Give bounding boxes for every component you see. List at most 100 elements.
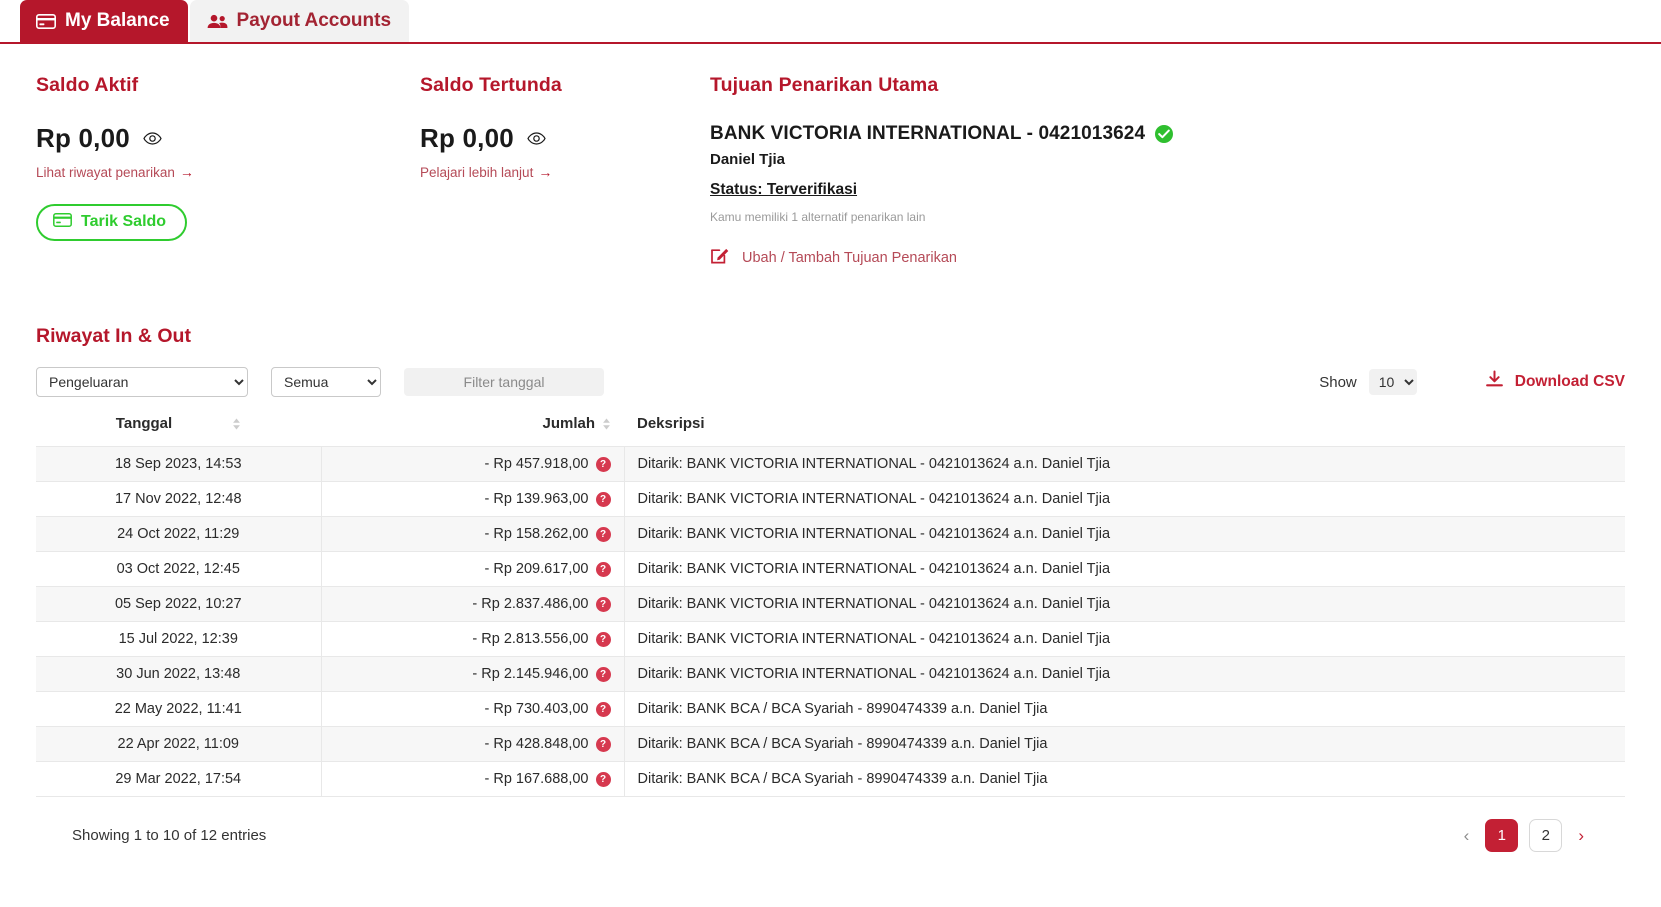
question-badge-icon[interactable]: ? <box>595 736 611 752</box>
transaction-type-select[interactable]: SemuaPemasukanPengeluaran <box>36 367 248 397</box>
cell-date: 24 Oct 2022, 11:29 <box>36 516 321 552</box>
withdrawal-history-link-label: Lihat riwayat penarikan <box>36 164 175 180</box>
table-row: 22 Apr 2022, 11:09- Rp 428.848,00? Ditari… <box>36 726 1625 762</box>
destination-alternatives-note: Kamu memiliki 1 alternatif penarikan lai… <box>710 210 926 224</box>
column-header-amount-label: Jumlah <box>542 415 595 432</box>
history-title: Riwayat In & Out <box>36 325 191 347</box>
date-filter-input[interactable] <box>404 368 604 396</box>
cell-amount: - Rp 428.848,00? <box>320 726 625 762</box>
cell-date: 15 Jul 2022, 12:39 <box>36 621 321 657</box>
column-header-description: Deksripsi <box>624 415 1625 447</box>
destination-account-holder: Daniel Tjia <box>710 151 786 168</box>
arrow-right-icon: → <box>538 164 553 180</box>
destination-title: Tujuan Penarikan Utama <box>710 74 939 96</box>
amount-value: - Rp 158.262,00 <box>484 526 589 542</box>
edit-destination-link[interactable]: Ubah / Tambah Tujuan Penarikan <box>710 246 957 269</box>
cell-description: Ditarik: BANK VICTORIA INTERNATIONAL - 0… <box>624 551 1625 587</box>
pending-balance-card: Saldo Tertunda Rp 0,00 Pelajari lebih la… <box>420 74 710 270</box>
show-label: Show <box>1319 373 1357 391</box>
question-badge-icon[interactable]: ? <box>595 771 611 787</box>
cell-amount: - Rp 2.813.556,00? <box>320 621 625 657</box>
question-badge-icon[interactable]: ? <box>595 701 611 717</box>
cell-amount: - Rp 2.837.486,00? <box>320 586 625 622</box>
download-icon <box>1485 370 1504 394</box>
download-csv-button[interactable]: Download CSV <box>1485 370 1625 394</box>
cell-amount: - Rp 457.918,00? <box>320 446 625 482</box>
show-entries-control: Show 102550100 <box>1319 369 1417 395</box>
cell-description: Ditarik: BANK VICTORIA INTERNATIONAL - 0… <box>624 446 1625 482</box>
check-circle-icon <box>1155 125 1174 143</box>
arrow-right-icon: → <box>179 164 194 180</box>
tab-label: My Balance <box>65 10 170 31</box>
cell-date: 03 Oct 2022, 12:45 <box>36 551 321 587</box>
edit-destination-label: Ubah / Tambah Tujuan Penarikan <box>742 249 957 266</box>
destination-status[interactable]: Status: Terverifikasi <box>710 181 857 199</box>
primary-withdrawal-destination-card: Tujuan Penarikan Utama BANK VICTORIA INT… <box>710 74 1661 270</box>
eye-icon[interactable] <box>527 132 546 145</box>
amount-value: - Rp 139.963,00 <box>484 491 589 507</box>
history-section: Riwayat In & Out SemuaPemasukanPengeluar… <box>0 270 1661 852</box>
table-row: 05 Sep 2022, 10:27- Rp 2.837.486,00? Dita… <box>36 586 1625 622</box>
cell-date: 22 Apr 2022, 11:09 <box>36 726 321 762</box>
tab-bar: My Balance Payout Accounts <box>0 0 1661 44</box>
pagination-prev[interactable]: ‹ <box>1459 826 1475 846</box>
tab-payout-accounts[interactable]: Payout Accounts <box>189 0 410 42</box>
learn-more-link[interactable]: Pelajari lebih lanjut → <box>420 164 552 180</box>
cell-amount: - Rp 167.688,00? <box>320 761 625 797</box>
question-badge-icon[interactable]: ? <box>595 526 611 542</box>
withdraw-button[interactable]: Tarik Saldo <box>36 203 188 241</box>
amount-value: - Rp 2.837.486,00 <box>472 596 589 612</box>
question-badge-icon[interactable]: ? <box>595 491 611 507</box>
question-badge-icon[interactable]: ? <box>595 596 611 612</box>
cell-date: 05 Sep 2022, 10:27 <box>36 586 321 622</box>
pending-balance-amount-row: Rp 0,00 <box>420 123 710 154</box>
transactions-table-body: 18 Sep 2023, 14:53- Rp 457.918,00? Ditari… <box>36 446 1625 797</box>
pending-balance-title: Saldo Tertunda <box>420 74 562 96</box>
cell-date: 22 May 2022, 11:41 <box>36 691 321 727</box>
cell-description: Ditarik: BANK VICTORIA INTERNATIONAL - 0… <box>624 516 1625 552</box>
amount-value: - Rp 730.403,00 <box>484 701 589 717</box>
edit-pencil-icon <box>710 246 729 269</box>
pagination-next[interactable]: › <box>1573 826 1589 846</box>
cell-description: Ditarik: BANK VICTORIA INTERNATIONAL - 0… <box>624 656 1625 692</box>
amount-value: - Rp 209.617,00 <box>484 561 589 577</box>
active-balance-amount: Rp 0,00 <box>36 123 130 153</box>
question-badge-icon[interactable]: ? <box>595 631 611 647</box>
cell-amount: - Rp 158.262,00? <box>320 516 625 552</box>
amount-value: - Rp 167.688,00 <box>484 771 589 787</box>
destination-bank-account: BANK VICTORIA INTERNATIONAL - 0421013624 <box>710 123 1146 144</box>
learn-more-link-label: Pelajari lebih lanjut <box>420 164 534 180</box>
withdraw-button-label: Tarik Saldo <box>81 213 167 230</box>
question-badge-icon[interactable]: ? <box>595 666 611 682</box>
column-header-date[interactable]: Tanggal <box>36 415 321 447</box>
pagination-page[interactable]: 1 <box>1485 819 1519 852</box>
sort-arrows-icon[interactable] <box>232 418 241 430</box>
tab-label: Payout Accounts <box>236 10 392 31</box>
cell-description: Ditarik: BANK VICTORIA INTERNATIONAL - 0… <box>624 481 1625 517</box>
period-select[interactable]: SemuaHari iniBulan ini <box>271 367 381 397</box>
sort-arrows-icon[interactable] <box>602 418 611 430</box>
table-row: 15 Jul 2022, 12:39- Rp 2.813.556,00? Dita… <box>36 621 1625 657</box>
cell-description: Ditarik: BANK VICTORIA INTERNATIONAL - 0… <box>624 586 1625 622</box>
column-header-amount[interactable]: Jumlah <box>321 415 624 447</box>
eye-icon[interactable] <box>143 132 162 145</box>
question-badge-icon[interactable]: ? <box>595 561 611 577</box>
users-icon <box>206 14 228 29</box>
withdrawal-history-link[interactable]: Lihat riwayat penarikan → <box>36 164 194 180</box>
active-balance-card: Saldo Aktif Rp 0,00 Lihat riwayat penari… <box>0 74 420 270</box>
table-row: 22 May 2022, 11:41 - Rp 730.403,00? Ditari… <box>36 691 1625 727</box>
cell-date: 18 Sep 2023, 14:53 <box>36 446 321 482</box>
question-badge-icon[interactable]: ? <box>595 456 611 472</box>
cell-date: 30 Jun 2022, 13:48 <box>36 656 321 692</box>
amount-value: - Rp 2.145.946,00 <box>472 666 589 682</box>
show-entries-select[interactable]: 102550100 <box>1368 369 1417 395</box>
table-row: 30 Jun 2022, 13:48 - Rp 2.145.946,00? Dita… <box>36 656 1625 692</box>
pagination-page[interactable]: 2 <box>1529 819 1563 852</box>
active-balance-title: Saldo Aktif <box>36 74 139 96</box>
entries-summary: Showing 1 to 10 of 12 entries <box>72 827 267 844</box>
tab-my-balance[interactable]: My Balance <box>20 0 188 42</box>
credit-card-icon <box>53 212 72 232</box>
cell-amount: - Rp 139.963,00? <box>320 481 625 517</box>
table-row: 03 Oct 2022, 12:45 - Rp 209.617,00? Ditari… <box>36 551 1625 587</box>
cell-description: Ditarik: BANK BCA / BCA Syariah - 899047… <box>624 691 1625 727</box>
